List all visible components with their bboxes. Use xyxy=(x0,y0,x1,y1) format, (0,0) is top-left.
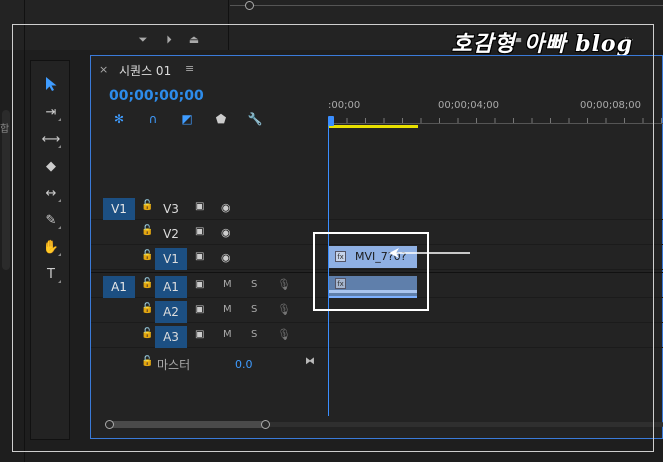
track-target-a2[interactable]: A2 xyxy=(155,301,187,323)
mute-button[interactable]: M xyxy=(223,329,232,340)
playhead-handle[interactable] xyxy=(328,116,334,126)
linked-selection-icon[interactable]: ◩ xyxy=(179,111,195,127)
solo-button[interactable]: S xyxy=(251,329,257,340)
lock-icon[interactable]: 🔓 xyxy=(141,303,153,314)
annotation-highlight-box xyxy=(313,232,429,311)
track-row-a3: 🔓 A3 ▣ M S 🎙 xyxy=(91,324,663,348)
master-volume-value[interactable]: 0.0 xyxy=(235,358,253,371)
snap-magnet-icon[interactable]: ∩ xyxy=(145,111,161,127)
scrollbar-right-handle[interactable] xyxy=(261,420,270,429)
ruler-label: 00;00;08;00 xyxy=(580,100,642,111)
track-target-v3[interactable]: V3 xyxy=(155,198,187,220)
microphone-icon[interactable]: 🎙 xyxy=(277,328,291,341)
track-target-a1[interactable]: A1 xyxy=(155,276,187,298)
add-marker-icon[interactable]: ⬟ xyxy=(213,111,229,127)
annotation-arrow-icon xyxy=(389,248,470,258)
work-area-bar[interactable] xyxy=(328,125,418,128)
top-scrollbar-track[interactable] xyxy=(230,5,663,6)
solo-button[interactable]: S xyxy=(251,304,257,315)
ripple-edit-tool-icon[interactable]: ⟷ xyxy=(39,128,63,150)
left-panel-label: 합 xyxy=(0,124,10,135)
go-to-end-icon[interactable]: ⧓ xyxy=(305,356,315,367)
razor-tool-icon[interactable]: ◆ xyxy=(39,155,63,177)
track-target-a3[interactable]: A3 xyxy=(155,326,187,348)
sync-lock-icon[interactable]: ▣ xyxy=(195,201,204,212)
playhead-timecode[interactable]: 00;00;00;00 xyxy=(109,88,204,104)
panel-divider xyxy=(24,0,25,50)
premiere-window: ⏷ ⏵ ⏏ ▬ ⇤ 호감형 아빠 blog 합 🗑 ⇥ ⟷ ◆ ↔ ✎ ✋ T … xyxy=(0,0,663,462)
slip-tool-icon[interactable]: ↔ xyxy=(39,182,63,204)
track-target-v2[interactable]: V2 xyxy=(155,223,187,245)
master-label: 마스터 xyxy=(157,358,191,372)
microphone-icon[interactable]: 🎙 xyxy=(277,303,291,316)
lock-icon[interactable]: 🔓 xyxy=(141,200,153,211)
type-tool-icon[interactable]: T xyxy=(39,263,63,285)
lock-icon[interactable]: 🔓 xyxy=(141,225,153,236)
pen-tool-icon[interactable]: ✎ xyxy=(39,209,63,231)
scrollbar-thumb[interactable] xyxy=(109,421,265,428)
timeline-horizontal-scrollbar[interactable] xyxy=(105,420,663,429)
export-icon[interactable]: ⏏ xyxy=(187,33,201,47)
lock-icon[interactable]: 🔓 xyxy=(141,250,153,261)
lock-icon[interactable]: 🔓 xyxy=(141,278,153,289)
ruler-label: :00;00 xyxy=(328,100,361,111)
eye-icon[interactable]: ◉ xyxy=(221,226,231,239)
ruler-ticks xyxy=(328,118,663,124)
source-patch-a1[interactable]: A1 xyxy=(103,276,135,298)
source-patch-v1[interactable]: V1 xyxy=(103,198,135,220)
settings-wrench-icon[interactable]: 🔧 xyxy=(247,111,263,127)
track-select-tool-icon[interactable]: ⇥ xyxy=(39,101,63,123)
sync-lock-icon[interactable]: ▣ xyxy=(195,226,204,237)
sync-lock-icon[interactable]: ▣ xyxy=(195,279,204,290)
sequence-tab[interactable]: 시퀀스 01 xyxy=(119,62,171,79)
eye-icon[interactable]: ◉ xyxy=(221,251,231,264)
solo-button[interactable]: S xyxy=(251,279,257,290)
eye-icon[interactable]: ◉ xyxy=(221,201,231,214)
track-target-v1[interactable]: V1 xyxy=(155,248,187,270)
tools-panel: ⇥ ⟷ ◆ ↔ ✎ ✋ T xyxy=(30,60,70,440)
track-row-v3: V1 🔓 V3 ▣ ◉ xyxy=(91,196,663,220)
time-ruler[interactable]: :00;00 00;00;04;00 00;00;08;00 xyxy=(328,96,663,128)
tab-menu-icon[interactable]: ≡ xyxy=(185,62,194,75)
lock-icon[interactable]: 🔓 xyxy=(141,356,153,367)
sync-lock-icon[interactable]: ▣ xyxy=(195,329,204,340)
filter-icon[interactable]: ⏷ xyxy=(136,33,150,47)
blog-watermark: 호감형 아빠 blog xyxy=(451,31,633,57)
top-scrollbar-knob[interactable] xyxy=(245,1,254,10)
insert-icon[interactable]: ⏵ xyxy=(162,33,176,47)
scrollbar-left-handle[interactable] xyxy=(105,420,114,429)
left-panel: 합 🗑 xyxy=(0,50,25,462)
nest-sequence-icon[interactable]: ✻ xyxy=(111,111,127,127)
sync-lock-icon[interactable]: ▣ xyxy=(195,304,204,315)
panel-divider xyxy=(228,0,229,50)
tab-close-button[interactable]: × xyxy=(99,63,108,76)
master-track: 🔓 마스터 0.0 ⧓ xyxy=(91,352,327,376)
mute-button[interactable]: M xyxy=(223,279,232,290)
selection-tool-icon[interactable] xyxy=(39,73,63,95)
microphone-icon[interactable]: 🎙 xyxy=(277,278,291,291)
ruler-label: 00;00;04;00 xyxy=(438,100,500,111)
hand-tool-icon[interactable]: ✋ xyxy=(39,236,63,258)
lock-icon[interactable]: 🔓 xyxy=(141,328,153,339)
mute-button[interactable]: M xyxy=(223,304,232,315)
sync-lock-icon[interactable]: ▣ xyxy=(195,251,204,262)
